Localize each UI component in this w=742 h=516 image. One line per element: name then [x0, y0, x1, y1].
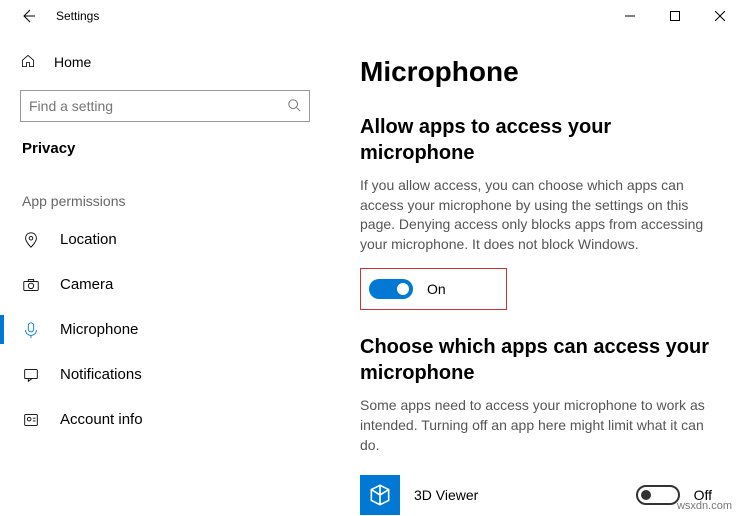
page-title: Microphone	[360, 56, 712, 88]
settings-window: Settings Home	[0, 0, 742, 516]
search-box[interactable]	[20, 90, 310, 122]
section-heading-allow: Allow apps to access your microphone	[360, 114, 712, 166]
window-body: Home Privacy App permissions Location	[0, 32, 742, 516]
app-row-3d-viewer: 3D Viewer Off	[360, 469, 712, 516]
sidebar: Home Privacy App permissions Location	[0, 32, 330, 516]
sidebar-item-label: Notifications	[60, 366, 142, 383]
section-desc-allow: If you allow access, you can choose whic…	[360, 176, 712, 254]
section-heading-choose: Choose which apps can access your microp…	[360, 334, 712, 386]
notifications-icon	[22, 366, 40, 384]
app-name: 3D Viewer	[414, 487, 478, 503]
sidebar-item-microphone[interactable]: Microphone	[0, 307, 330, 352]
sidebar-item-label: Location	[60, 231, 117, 248]
sidebar-item-label: Account info	[60, 411, 143, 428]
allow-access-toggle-label: On	[427, 281, 446, 297]
toggle-knob	[397, 283, 409, 295]
window-controls	[607, 1, 742, 31]
sidebar-category: Privacy	[0, 134, 330, 173]
home-icon	[20, 53, 36, 72]
back-button[interactable]	[12, 0, 44, 32]
window-title: Settings	[56, 9, 99, 23]
sidebar-item-label: Microphone	[60, 321, 138, 338]
microphone-icon	[22, 321, 40, 339]
maximize-icon	[670, 11, 680, 21]
location-icon	[22, 231, 40, 249]
search-input[interactable]	[29, 98, 287, 114]
watermark: wsxdn.com	[677, 500, 732, 512]
minimize-icon	[625, 11, 635, 21]
allow-toggle-highlight: On	[360, 268, 507, 310]
titlebar: Settings	[0, 0, 742, 32]
minimize-button[interactable]	[607, 1, 652, 31]
maximize-button[interactable]	[652, 1, 697, 31]
sidebar-item-label: Camera	[60, 276, 113, 293]
content-pane: Microphone Allow apps to access your mic…	[330, 32, 742, 516]
app-3d-viewer-toggle[interactable]	[636, 485, 680, 505]
sidebar-item-notifications[interactable]: Notifications	[0, 352, 330, 397]
close-button[interactable]	[697, 1, 742, 31]
sidebar-home-label: Home	[54, 54, 91, 70]
sidebar-home[interactable]: Home	[0, 42, 330, 82]
sidebar-group-label: App permissions	[0, 173, 330, 217]
sidebar-item-account-info[interactable]: Account info	[0, 397, 330, 442]
allow-access-toggle[interactable]	[369, 279, 413, 299]
search-icon	[287, 98, 301, 115]
search-wrap	[0, 82, 330, 134]
app-tile-3d-viewer-icon	[360, 475, 400, 515]
sidebar-item-camera[interactable]: Camera	[0, 262, 330, 307]
camera-icon	[22, 276, 40, 294]
toggle-knob	[641, 490, 651, 500]
sidebar-item-location[interactable]: Location	[0, 217, 330, 262]
section-desc-choose: Some apps need to access your microphone…	[360, 396, 712, 455]
account-info-icon	[22, 411, 40, 429]
close-icon	[715, 11, 725, 21]
arrow-left-icon	[20, 8, 36, 24]
